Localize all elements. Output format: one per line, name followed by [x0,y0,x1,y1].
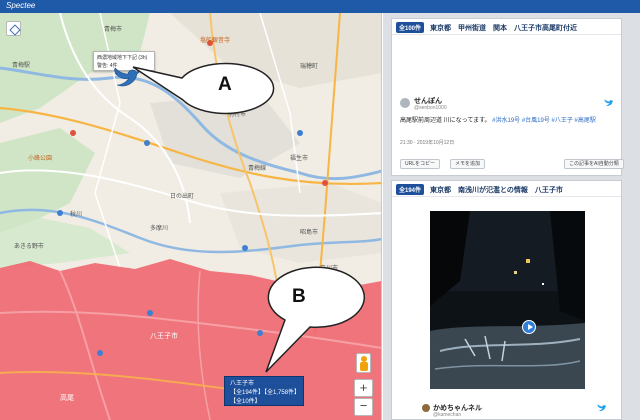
tweet-body: 高尾駅前周辺道 川になってます。 [400,118,491,124]
avatar [400,98,410,108]
tweet-handle: @senbon1000 [414,105,447,111]
count-badge: 全194件 [396,184,425,195]
tweet-text: 高尾駅前周辺道 川になってます。 #洪水19号 #台風19号 #八王子 #高尾駅 [400,117,615,126]
twitter-icon [604,99,614,106]
video-thumbnail[interactable] [430,211,585,389]
app-window: Spectee 青梅市 青梅駅 羽村市 福生市 あきる野市 昭島市 八王子市 高… [0,0,640,420]
card-header-text: 東京都 南浅川が氾濫との情報 八王子市 [429,187,563,194]
card-header-text: 東京都 甲州街道 関本 八王子市高尾町付近 [429,25,577,32]
card-header: 全100件 東京都 甲州街道 関本 八王子市高尾町付近 [392,19,621,35]
twitter-icon [597,404,607,411]
callout-b-label: B [292,286,306,307]
classify-button[interactable]: この記事をAI自動分類 [564,159,624,169]
tweet-timestamp: 21:30 · 2019年10月12日 [400,140,455,146]
tweet-handle: @kamechan [433,412,462,418]
callout-a-label: A [218,74,232,95]
copy-url-button[interactable]: URLをコピー [400,159,441,169]
callout-b-balloon [265,266,366,373]
card-header: 全194件 東京都 南浅川が氾濫との情報 八王子市 [392,181,621,197]
feed-card[interactable]: 全100件 東京都 甲州街道 関本 八王子市高尾町付近 せんぽん @senbon… [391,18,624,176]
avatar [422,404,430,412]
play-icon[interactable] [522,320,536,334]
feed-panel[interactable]: 全100件 東京都 甲州街道 関本 八王子市高尾町付近 せんぽん @senbon… [383,13,640,420]
flood-video-frame [430,211,585,389]
feed-card[interactable]: 全194件 東京都 南浅川が氾濫との情報 八王子市 かめちゃんネル @kamec… [391,180,622,420]
add-memo-button[interactable]: メモを追加 [450,159,486,169]
tweet-hashtags[interactable]: #洪水19号 #台風19号 #八王子 #高尾駅 [492,118,596,124]
callout-a-balloon [132,62,275,115]
count-badge: 全100件 [396,22,425,33]
